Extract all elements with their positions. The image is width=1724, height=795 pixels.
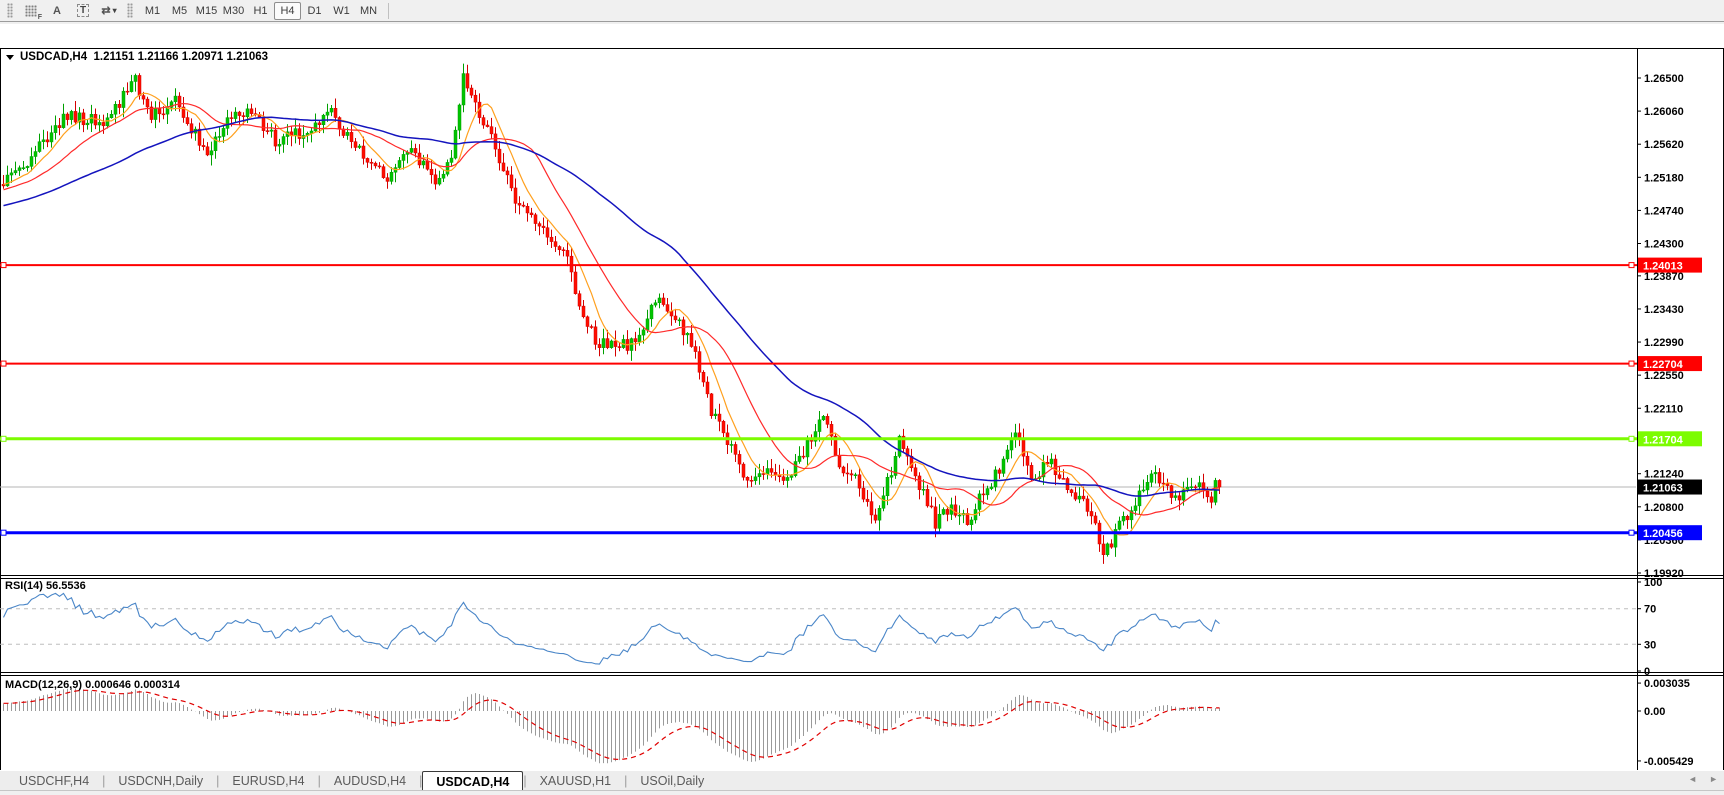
objects-grid-tool-button[interactable]: F [19, 2, 43, 20]
timeframe-button-mn[interactable]: MN [355, 2, 382, 20]
price-axis-tick: 1.24740 [1644, 205, 1684, 217]
chart-tab-usdcad[interactable]: USDCAD,H4 [422, 771, 523, 790]
tabbar-scroll-left-icon[interactable]: ◄ [1688, 774, 1697, 784]
chart-title-text: USDCAD,H4 1.21151 1.21166 1.20971 1.2106… [20, 51, 268, 63]
chart-tab-usoil[interactable]: USOil,Daily [627, 771, 717, 790]
price-axis-tick: 1.22550 [1644, 370, 1684, 382]
price-axis-tick: 1.25620 [1644, 139, 1684, 151]
symbol-tab-bar: USDCHF,H4|USDCNH,Daily|EURUSD,H4|AUDUSD,… [0, 770, 1724, 790]
macd-axis-tick: 0.003035 [1644, 678, 1690, 690]
tabbar-scroll-arrows: ◄ ► [1688, 774, 1718, 784]
macd-indicator-label: MACD(12,26,9) 0.000646 0.000314 [5, 679, 180, 691]
toolbar-separator [388, 3, 389, 19]
price-tag-text: 1.22704 [1643, 359, 1684, 371]
price-axis-tick: 1.20800 [1644, 502, 1684, 514]
chart-canvas[interactable]: 1.26500 1.26060 1.25620 1.25180 1.24740 1.243… [0, 24, 1724, 795]
text-t-icon: T [77, 4, 89, 17]
tabbar-scroll-right-icon[interactable]: ► [1709, 774, 1718, 784]
timeframe-button-m15[interactable]: M15 [193, 2, 220, 20]
price-tag-text: 1.21063 [1643, 483, 1683, 495]
toolbar: F A T ⇄ ▾ M1M5M15M30H1H4D1W1MN [0, 0, 1724, 22]
timeframe-button-group: M1M5M15M30H1H4D1W1MN [139, 2, 382, 20]
chart-title: USDCAD,H4 1.21151 1.21166 1.20971 1.2106… [6, 51, 268, 63]
timeframe-button-m30[interactable]: M30 [220, 2, 247, 20]
grid-dots-icon: F [25, 5, 37, 17]
rsi-indicator-label: RSI(14) 56.5536 [5, 580, 86, 592]
status-strip [0, 790, 1724, 795]
rsi-axis-tick: 30 [1644, 639, 1656, 651]
price-axis-tick: 1.22990 [1644, 337, 1684, 349]
arrows-icon: ⇄ [101, 4, 110, 17]
toolbar-grip[interactable] [7, 3, 13, 18]
arrows-tool-button[interactable]: ⇄ ▾ [97, 2, 121, 20]
price-axis-tick: 1.26500 [1644, 73, 1684, 85]
timeframe-button-h4[interactable]: H4 [274, 2, 301, 20]
macd-axis-tick: -0.005429 [1644, 756, 1694, 768]
price-axis-tick: 1.23870 [1644, 271, 1684, 283]
label-a-icon: A [53, 5, 61, 17]
timeframe-button-w1[interactable]: W1 [328, 2, 355, 20]
dropdown-caret-icon: ▾ [113, 6, 117, 15]
chart-tab-eurusd[interactable]: EURUSD,H4 [219, 771, 317, 790]
timeframe-button-m5[interactable]: M5 [166, 2, 193, 20]
price-tag-text: 1.21704 [1643, 434, 1684, 446]
rsi-axis-tick: 70 [1644, 604, 1656, 616]
rsi-axis-tick: 0 [1644, 666, 1650, 678]
price-axis-tick: 1.23430 [1644, 304, 1684, 316]
toolbar-grip[interactable] [127, 3, 133, 18]
timeframe-button-h1[interactable]: H1 [247, 2, 274, 20]
mt4-terminal: F A T ⇄ ▾ M1M5M15M30H1H4D1W1MN 1.265001.… [0, 0, 1724, 795]
timeframe-button-d1[interactable]: D1 [301, 2, 328, 20]
price-axis-tick: 1.26060 [1644, 106, 1684, 118]
chart-dropdown-icon[interactable] [6, 55, 14, 60]
price-axis-tick: 1.25180 [1644, 172, 1684, 184]
text-tool-button[interactable]: T [71, 2, 95, 20]
price-axis-tick: 1.21240 [1644, 469, 1684, 481]
label-tool-button[interactable]: A [45, 2, 69, 20]
chart-window: 1.26500 1.26060 1.25620 1.25180 1.24740 1.243… [0, 24, 1724, 768]
price-tag-text: 1.24013 [1643, 261, 1683, 273]
timeframe-button-m1[interactable]: M1 [139, 2, 166, 20]
price-axis-tick: 1.24300 [1644, 239, 1684, 251]
macd-axis-tick: 0.00 [1644, 706, 1665, 718]
chart-tab-usdcnh[interactable]: USDCNH,Daily [105, 771, 216, 790]
price-tag-text: 1.20456 [1643, 528, 1683, 540]
rsi-axis-tick: 100 [1644, 577, 1662, 589]
chart-tab-usdchf[interactable]: USDCHF,H4 [6, 771, 102, 790]
chart-tab-audusd[interactable]: AUDUSD,H4 [321, 771, 419, 790]
chart-tab-xauusd[interactable]: XAUUSD,H1 [527, 771, 625, 790]
price-axis-tick: 1.22110 [1644, 403, 1683, 415]
